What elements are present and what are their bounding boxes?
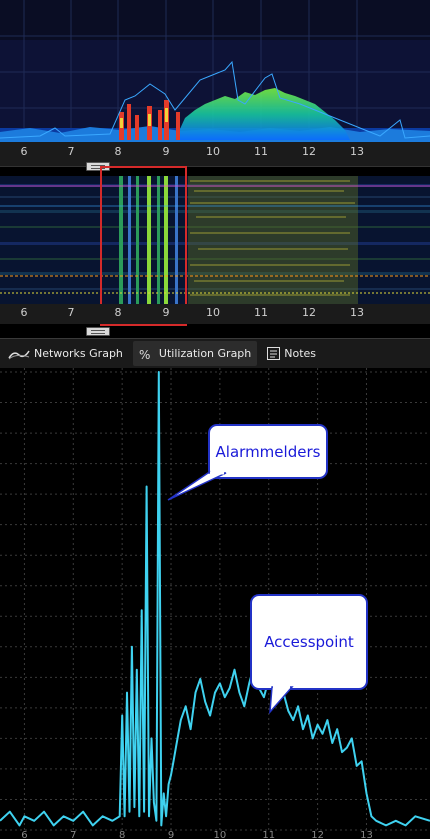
annotation-alarm-text: Alarmmelders — [215, 442, 321, 461]
channel-tick-label: 6 — [20, 306, 28, 319]
tab-label: Notes — [284, 347, 317, 360]
tab-label: Networks Graph — [34, 347, 123, 360]
channel-tick-label: 10 — [206, 306, 220, 319]
channel-tick-label: 11 — [254, 306, 268, 319]
tab-utilization-graph[interactable]: % Utilization Graph — [132, 341, 258, 366]
channel-tick-label: 11 — [254, 145, 268, 158]
channel-tick-label: 6 — [20, 145, 28, 158]
x-tick-label: 8 — [119, 830, 125, 839]
channel-tick-label: 9 — [162, 306, 170, 319]
utilization-graph-icon: % — [139, 348, 150, 361]
annotation-alarm-pointer — [167, 472, 227, 501]
waterfall-canvas — [0, 176, 430, 304]
channel-tick-label: 8 — [114, 306, 122, 319]
x-tick-label: 13 — [360, 830, 373, 839]
channel-tick-label: 13 — [350, 306, 364, 319]
channel-tick-label: 8 — [114, 145, 122, 158]
annotation-ap-pointer — [269, 686, 294, 714]
waterfall-view — [0, 176, 430, 304]
graph-tab-bar: Networks Graph % Utilization Graph Notes — [0, 338, 430, 369]
range-end-handle[interactable] — [86, 327, 110, 336]
x-tick-label: 12 — [311, 830, 324, 839]
tab-networks-graph[interactable]: Networks Graph — [2, 341, 129, 366]
spectrum-density-view — [0, 0, 430, 142]
tab-notes[interactable]: Notes — [261, 341, 322, 366]
channel-tick-label: 10 — [206, 145, 220, 158]
channel-tick-label: 12 — [302, 306, 316, 319]
x-tick-label: 7 — [70, 830, 76, 839]
x-tick-label: 11 — [262, 830, 275, 839]
waterfall-channel-axis: 6 7 8 9 10 11 12 13 — [0, 304, 430, 324]
notes-icon — [267, 347, 281, 360]
channel-tick-label: 7 — [67, 306, 75, 319]
annotation-ap-text: Accesspoint — [264, 633, 354, 651]
annotation-alarm-callout: Alarmmelders — [208, 424, 328, 479]
channel-tick-label: 7 — [67, 145, 75, 158]
x-tick-label: 10 — [214, 830, 227, 839]
spectrum-canvas — [0, 0, 430, 142]
channel-tick-label: 12 — [302, 145, 316, 158]
channel-tick-label: 9 — [162, 145, 170, 158]
selection-rectangle[interactable] — [100, 166, 187, 326]
channel-tick-label: 13 — [350, 145, 364, 158]
networks-graph-icon — [8, 350, 30, 359]
annotation-ap-callout: Accesspoint — [250, 594, 368, 690]
x-tick-label: 6 — [21, 830, 27, 839]
spectrum-channel-axis: 6 7 8 9 10 11 12 13 — [0, 142, 430, 167]
x-tick-label: 9 — [168, 830, 174, 839]
tab-label: Utilization Graph — [158, 347, 252, 360]
svg-text:%: % — [139, 348, 150, 361]
